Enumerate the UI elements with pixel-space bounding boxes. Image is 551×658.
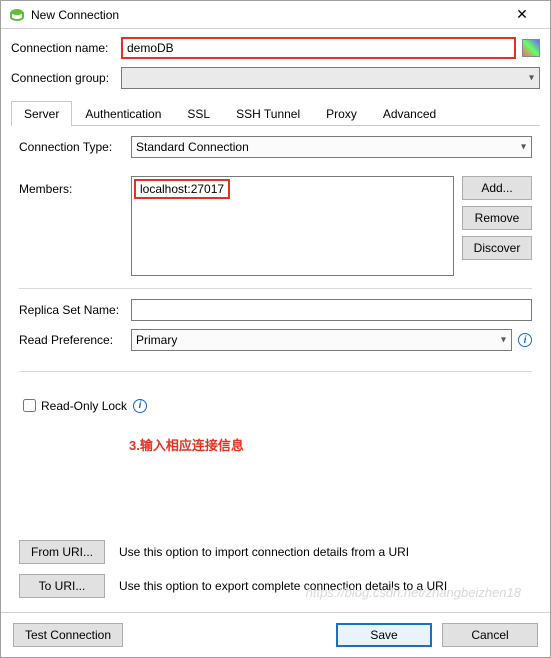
replica-set-row: Replica Set Name: <box>19 299 532 321</box>
separator <box>19 371 532 372</box>
members-item-0[interactable]: localhost:27017 <box>134 179 230 199</box>
annotation-text: 3.输入相应连接信息 <box>129 435 532 454</box>
read-preference-label: Read Preference: <box>19 333 131 347</box>
connection-group-label: Connection group: <box>11 71 121 85</box>
dialog-body: Connection name: Connection group: ▾ Ser… <box>1 29 550 612</box>
close-icon[interactable]: ✕ <box>502 6 542 23</box>
connection-name-input[interactable] <box>121 37 516 59</box>
to-uri-desc: Use this option to export complete conne… <box>119 579 447 593</box>
app-icon <box>9 7 25 23</box>
to-uri-button[interactable]: To URI... <box>19 574 105 598</box>
read-only-label: Read-Only Lock <box>41 399 127 413</box>
members-listbox[interactable]: localhost:27017 <box>131 176 454 276</box>
cancel-button[interactable]: Cancel <box>442 623 538 647</box>
separator <box>19 288 532 289</box>
window-title: New Connection <box>31 8 502 22</box>
from-uri-button[interactable]: From URI... <box>19 540 105 564</box>
save-button[interactable]: Save <box>336 623 432 647</box>
to-uri-row: To URI... Use this option to export comp… <box>19 574 532 598</box>
read-only-checkbox[interactable] <box>23 399 36 412</box>
members-row: Members: localhost:27017 Add... Remove D… <box>19 176 532 276</box>
from-uri-desc: Use this option to import connection det… <box>119 545 409 559</box>
test-connection-button[interactable]: Test Connection <box>13 623 123 647</box>
read-preference-row: Read Preference: Primary ▾ i <box>19 329 532 351</box>
tab-server[interactable]: Server <box>11 101 72 126</box>
replica-set-label: Replica Set Name: <box>19 303 131 317</box>
connection-group-row: Connection group: ▾ <box>11 67 540 89</box>
tab-bar: Server Authentication SSL SSH Tunnel Pro… <box>11 101 540 126</box>
tab-authentication[interactable]: Authentication <box>72 101 174 126</box>
members-buttons: Add... Remove Discover <box>462 176 532 260</box>
tab-advanced[interactable]: Advanced <box>370 101 449 126</box>
read-only-row: Read-Only Lock i <box>19 396 532 415</box>
dialog-footer: Test Connection Save Cancel <box>1 612 550 657</box>
members-label: Members: <box>19 176 131 196</box>
discover-button[interactable]: Discover <box>462 236 532 260</box>
connection-name-row: Connection name: <box>11 37 540 59</box>
connection-name-label: Connection name: <box>11 41 121 55</box>
from-uri-row: From URI... Use this option to import co… <box>19 540 532 564</box>
tab-ssh-tunnel[interactable]: SSH Tunnel <box>223 101 313 126</box>
connection-type-select[interactable]: Standard Connection <box>131 136 532 158</box>
connection-type-row: Connection Type: Standard Connection ▾ <box>19 136 532 158</box>
tab-panel-server: Connection Type: Standard Connection ▾ M… <box>11 126 540 608</box>
remove-button[interactable]: Remove <box>462 206 532 230</box>
info-icon[interactable]: i <box>518 333 532 347</box>
replica-set-input[interactable] <box>131 299 532 321</box>
read-preference-select[interactable]: Primary <box>131 329 512 351</box>
connection-type-label: Connection Type: <box>19 140 131 154</box>
tab-proxy[interactable]: Proxy <box>313 101 370 126</box>
titlebar: New Connection ✕ <box>1 1 550 29</box>
add-button[interactable]: Add... <box>462 176 532 200</box>
tab-ssl[interactable]: SSL <box>174 101 223 126</box>
connection-group-select[interactable] <box>121 67 540 89</box>
dialog-window: New Connection ✕ Connection name: Connec… <box>0 0 551 658</box>
color-picker-button[interactable] <box>522 39 540 57</box>
info-icon[interactable]: i <box>133 399 147 413</box>
